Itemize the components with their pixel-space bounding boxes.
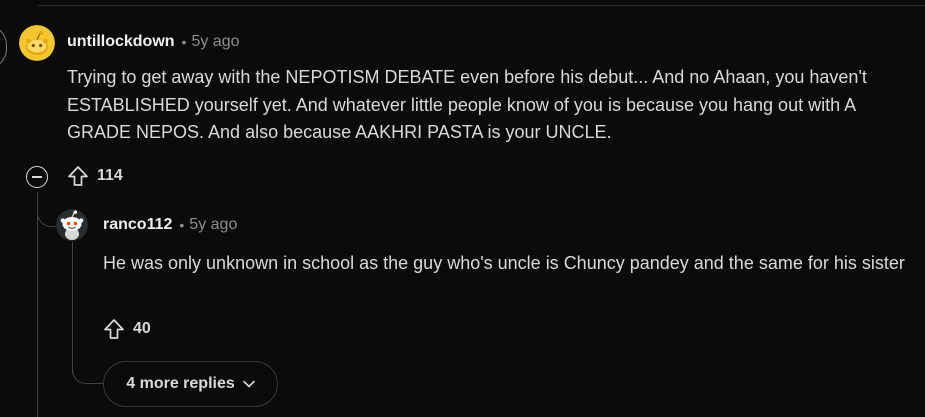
upvote-arrow-icon[interactable] [102, 317, 126, 341]
reply-timestamp[interactable]: 5y ago [189, 216, 237, 234]
snoo-avatar-yellow-icon [19, 25, 55, 61]
comment-upvote[interactable]: 114 [66, 164, 123, 188]
meta-separator: • [179, 217, 185, 233]
upvote-count: 40 [133, 320, 151, 337]
meta-separator: • [181, 34, 187, 50]
reply-upvote[interactable]: 40 [102, 317, 151, 341]
divider [38, 5, 925, 6]
reply-meta: ranco112 • 5y ago [103, 216, 237, 234]
comment-thread: untillockdown • 5y ago Trying to get awa… [0, 0, 925, 417]
collapse-minus-icon[interactable] [26, 166, 48, 188]
comment-meta: untillockdown • 5y ago [67, 33, 240, 51]
snoo-avatar-white-icon [56, 209, 88, 241]
comment-author[interactable]: untillockdown [67, 33, 175, 51]
avatar[interactable] [19, 25, 55, 61]
thread-line[interactable] [37, 192, 38, 417]
chevron-down-icon [242, 380, 255, 388]
upvote-arrow-icon[interactable] [66, 164, 90, 188]
avatar[interactable] [56, 209, 88, 241]
comment-body: Trying to get away with the NEPOTISM DEB… [67, 67, 867, 142]
comment-timestamp[interactable]: 5y ago [191, 33, 239, 51]
more-replies-branch-line [72, 350, 103, 384]
reply-branch-line [37, 192, 56, 227]
reply-author[interactable]: ranco112 [103, 216, 172, 234]
reply-body: He was only unknown in school as the guy… [103, 253, 905, 273]
more-replies-button[interactable]: 4 more replies [103, 361, 278, 407]
more-replies-label: 4 more replies [126, 375, 235, 392]
upvote-count: 114 [97, 167, 123, 184]
parent-thread-line[interactable] [0, 25, 7, 69]
